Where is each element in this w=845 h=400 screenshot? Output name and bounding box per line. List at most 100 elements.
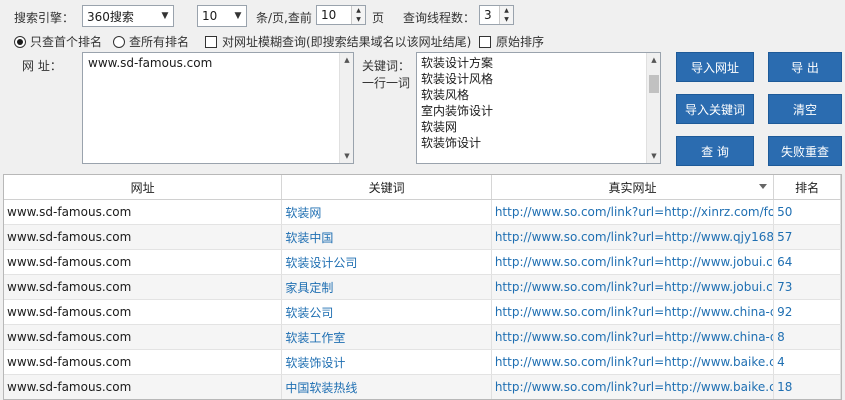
threads-stepper[interactable]: 3 ▲ ▼ [479, 5, 514, 25]
keyword-line: 软装设计方案 [421, 56, 494, 70]
chevron-down-icon: ▼ [161, 11, 169, 21]
raw-sort-label: 原始排序 [496, 35, 545, 49]
table-cell-url: www.sd-famous.com [4, 225, 283, 249]
scroll-thumb[interactable] [649, 75, 659, 93]
header-real-url[interactable]: 真实网址 [492, 175, 775, 199]
table-cell-url: www.sd-famous.com [4, 275, 283, 299]
table-cell-url: www.sd-famous.com [4, 250, 283, 274]
radio-unselected-icon [113, 35, 125, 48]
keyword-line: 软装设计风格 [421, 72, 494, 86]
per-page-value: 10 [202, 9, 218, 23]
table-cell-real-url: http://www.so.com/link?url=http://www.ba… [492, 350, 775, 374]
stepper-down-icon[interactable]: ▼ [352, 15, 365, 24]
table-cell-keyword: 软装工作室 [282, 325, 492, 349]
scroll-down-icon[interactable]: ▼ [340, 149, 354, 163]
threads-value: 3 [484, 8, 492, 22]
fuzzy-url-label: 对网址模糊查询(即搜索结果域名以该网址结尾) [222, 35, 472, 49]
engine-value: 360搜索 [87, 9, 134, 24]
table-cell-url: www.sd-famous.com [4, 300, 283, 324]
table-row[interactable]: www.sd-famous.com 软装设计公司 http://www.so.com… [4, 250, 841, 275]
scroll-down-icon[interactable]: ▼ [647, 149, 660, 163]
header-url[interactable]: 网址 [4, 175, 283, 199]
pages-stepper[interactable]: 10 ▲ ▼ [316, 5, 366, 25]
radio-all-ranks[interactable]: 查所有排名 [113, 33, 189, 50]
table-row[interactable]: www.sd-famous.com 软装工作室 http://www.so.com/… [4, 325, 841, 350]
table-cell-keyword: 软装公司 [282, 300, 492, 324]
header-real-url-label: 真实网址 [608, 180, 657, 195]
table-row[interactable]: www.sd-famous.com 中国软装热线 http://www.so.com… [4, 375, 841, 399]
url-text: www.sd-famous.com [88, 56, 213, 70]
table-cell-keyword: 家具定制 [282, 275, 492, 299]
table-body: www.sd-famous.com 软装网 http://www.so.com/li… [4, 200, 841, 399]
keyword-label: 关键词： [362, 59, 411, 73]
clear-button[interactable]: 清空 [768, 94, 842, 124]
table-cell-real-url: http://www.so.com/link?url=http://www.jo… [492, 275, 775, 299]
table-row[interactable]: www.sd-famous.com 软装中国 http://www.so.com/l… [4, 225, 841, 250]
table-cell-keyword: 软装中国 [282, 225, 492, 249]
table-cell-url: www.sd-famous.com [4, 350, 283, 374]
table-cell-real-url: http://www.so.com/link?url=http://www.ba… [492, 375, 775, 399]
table-cell-keyword: 软装网 [282, 200, 492, 224]
fuzzy-url-checkbox[interactable]: 对网址模糊查询(即搜索结果域名以该网址结尾) [205, 33, 471, 50]
engine-select[interactable]: 360搜索 ▼ [82, 5, 174, 27]
radio-all-label: 查所有排名 [129, 35, 190, 49]
table-cell-rank: 92 [774, 300, 841, 324]
stepper-up-icon[interactable]: ▲ [500, 6, 513, 15]
scroll-up-icon[interactable]: ▲ [647, 53, 660, 67]
keyword-line: 软装风格 [421, 88, 470, 102]
table-cell-url: www.sd-famous.com [4, 200, 283, 224]
checkbox-icon [205, 35, 217, 48]
table-cell-url: www.sd-famous.com [4, 375, 283, 399]
export-button[interactable]: 导 出 [768, 52, 842, 82]
raw-sort-checkbox[interactable]: 原始排序 [479, 33, 544, 50]
query-button[interactable]: 查 询 [676, 136, 754, 166]
table-row[interactable]: www.sd-famous.com 软装公司 http://www.so.com/l… [4, 300, 841, 325]
keyword-hint: 一行一词 [362, 76, 411, 90]
per-page-select[interactable]: 10 ▼ [197, 5, 247, 27]
stepper-up-icon[interactable]: ▲ [352, 6, 365, 15]
header-rank[interactable]: 排名 [774, 175, 841, 199]
table-cell-url: www.sd-famous.com [4, 325, 283, 349]
table-cell-rank: 50 [774, 200, 841, 224]
table-cell-keyword: 软装设计公司 [282, 250, 492, 274]
scroll-up-icon[interactable]: ▲ [340, 53, 354, 67]
sort-desc-icon [759, 184, 768, 189]
table-cell-rank: 4 [774, 350, 841, 374]
engine-label: 搜索引擎： [14, 11, 75, 25]
table-cell-real-url: http://www.so.com/link?url=http://xinrz.… [492, 200, 775, 224]
threads-label: 查询线程数： [403, 11, 476, 25]
pages-value: 10 [321, 8, 337, 22]
results-table[interactable]: 网址 关键词 真实网址 排名 www.sd-famous.com 软装网 http:… [3, 174, 842, 400]
table-row[interactable]: www.sd-famous.com 软装饰设计 http://www.so.com/… [4, 350, 841, 375]
keyword-scrollbar[interactable]: ▲ ▼ [646, 53, 660, 163]
table-row[interactable]: www.sd-famous.com 家具定制 http://www.so.com/l… [4, 275, 841, 300]
table-cell-keyword: 中国软装热线 [282, 375, 492, 399]
keyword-line: 室内装饰设计 [421, 104, 494, 118]
table-cell-rank: 64 [774, 250, 841, 274]
per-page-suffix: 条/页,查前 [256, 11, 312, 25]
radio-first-label: 只查首个排名 [30, 35, 103, 49]
table-header: 网址 关键词 真实网址 排名 [4, 175, 841, 200]
table-row[interactable]: www.sd-famous.com 软装网 http://www.so.com/li… [4, 200, 841, 225]
table-cell-rank: 57 [774, 225, 841, 249]
table-cell-rank: 18 [774, 375, 841, 399]
table-cell-rank: 73 [774, 275, 841, 299]
table-cell-real-url: http://www.so.com/link?url=http://www.ch… [492, 300, 775, 324]
keyword-line: 软装网 [421, 120, 458, 134]
url-textarea[interactable]: www.sd-famous.com ▲ ▼ [82, 52, 354, 164]
keyword-line: 软装饰设计 [421, 136, 482, 150]
url-scrollbar[interactable]: ▲ ▼ [339, 53, 353, 163]
import-url-button[interactable]: 导入网址 [676, 52, 754, 82]
pages-unit: 页 [372, 11, 385, 25]
chevron-down-icon: ▼ [234, 11, 242, 21]
retry-failed-button[interactable]: 失败重查 [768, 136, 842, 166]
table-cell-keyword: 软装饰设计 [282, 350, 492, 374]
table-cell-real-url: http://www.so.com/link?url=http://www.qj… [492, 225, 775, 249]
radio-selected-icon [14, 35, 26, 48]
header-keyword[interactable]: 关键词 [282, 175, 492, 199]
keyword-textarea[interactable]: 软装设计方案 软装设计风格 软装风格 室内装饰设计 软装网 软装饰设计 ▲ ▼ [416, 52, 661, 164]
import-keywords-button[interactable]: 导入关键词 [676, 94, 754, 124]
stepper-down-icon[interactable]: ▼ [500, 15, 513, 24]
table-cell-real-url: http://www.so.com/link?url=http://www.jo… [492, 250, 775, 274]
radio-first-rank[interactable]: 只查首个排名 [14, 33, 102, 50]
